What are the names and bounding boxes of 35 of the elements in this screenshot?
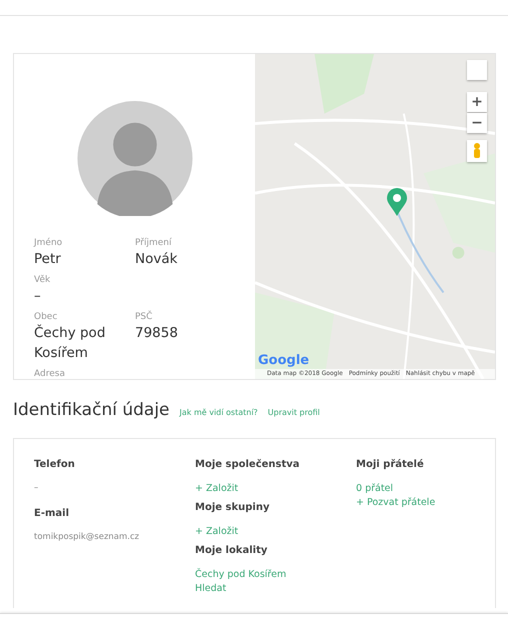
info-heading: Moje lokality — [195, 545, 268, 556]
field-label: Adresa — [34, 369, 66, 379]
info-link[interactable]: 0 přátel — [356, 483, 394, 494]
map-control[interactable] — [467, 60, 487, 80]
info-value: – — [34, 483, 40, 493]
info-link[interactable]: + Založit — [195, 483, 238, 494]
avatar-icon — [76, 101, 192, 216]
info-heading: Moji přátelé — [356, 459, 425, 470]
person-icon[interactable] — [467, 140, 487, 162]
info-link[interactable]: + Pozvat přátele — [356, 497, 436, 508]
info-link[interactable]: Čechy pod Kosířem — [195, 569, 286, 580]
info-value: tomikpospik@seznam.cz — [34, 532, 140, 542]
section-title: Identifikační údaje — [13, 400, 170, 420]
info-heading: Moje skupiny — [195, 502, 270, 513]
zoom-in-button[interactable]: + — [467, 92, 487, 112]
section-link[interactable]: Jak mě vidí ostatní? — [180, 408, 258, 417]
info-heading: Moje společenstva — [195, 459, 301, 470]
field-label: Věk — [34, 275, 52, 285]
info-link[interactable]: + Založit — [195, 526, 238, 537]
field-label: Příjmení — [135, 238, 172, 248]
field-label: PSČ — [135, 312, 154, 322]
info-heading: E-mail — [34, 508, 70, 519]
section-link[interactable]: Upravit profil — [268, 408, 320, 417]
field-label: Obec — [34, 312, 58, 322]
field-value: Petr — [34, 250, 62, 269]
map-logo: Google — [258, 354, 310, 368]
field-value: – — [34, 287, 42, 306]
field-value: Novák — [135, 250, 178, 269]
zoom-out-button[interactable]: − — [467, 113, 487, 133]
field-value: Čechy pod Kosířem — [34, 324, 106, 363]
field-value: 79858 — [135, 324, 179, 343]
info-heading: Telefon — [34, 459, 76, 470]
info-link[interactable]: Hledat — [195, 583, 226, 594]
field-label: Jméno — [34, 238, 64, 248]
map-pin-icon[interactable] — [387, 188, 407, 216]
